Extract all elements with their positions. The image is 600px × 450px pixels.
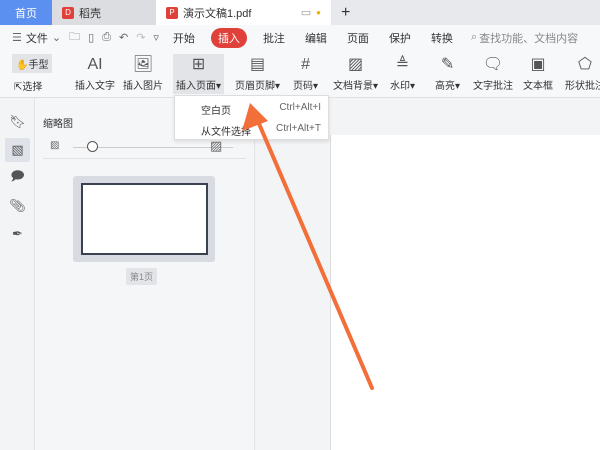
annotation-arrow [242, 103, 374, 390]
